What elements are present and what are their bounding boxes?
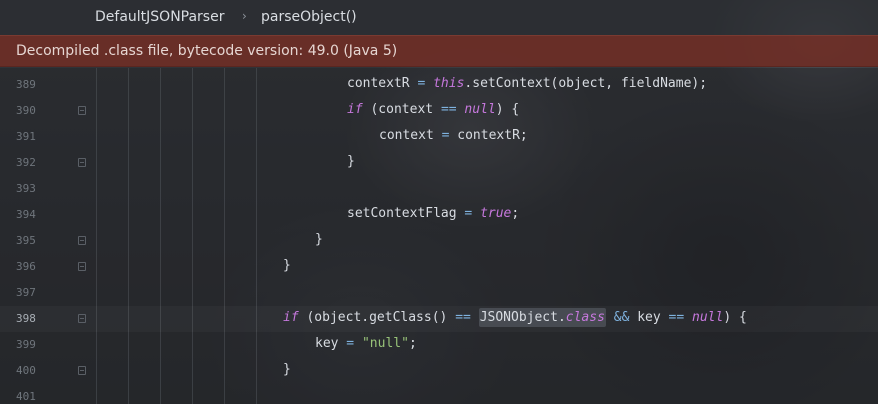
code-editor[interactable]: 389 contextR = this.setContext(object, f…	[0, 68, 878, 404]
decompiled-notice-banner: Decompiled .class file, bytecode version…	[0, 35, 878, 67]
fold-marker-icon[interactable]	[78, 314, 86, 323]
fold-marker-icon[interactable]	[78, 106, 86, 115]
code-text: context = contextR;	[379, 128, 528, 143]
line-number: 398	[16, 312, 36, 325]
line-number: 389	[16, 78, 36, 91]
line-number: 395	[16, 234, 36, 247]
code-line[interactable]: 396 }	[0, 254, 878, 280]
code-line[interactable]: 394 setContextFlag = true;	[0, 202, 878, 228]
code-line[interactable]: 393	[0, 176, 878, 202]
code-line[interactable]: 395 }	[0, 228, 878, 254]
line-number: 396	[16, 260, 36, 273]
code-line[interactable]: 391 context = contextR;	[0, 124, 878, 150]
code-line[interactable]: 399 key = "null";	[0, 332, 878, 358]
code-line-current[interactable]: 398 if (object.getClass() == JSONObject.…	[0, 306, 878, 332]
code-text: if (object.getClass() == JSONObject.clas…	[283, 308, 747, 327]
code-line[interactable]: 392 }	[0, 150, 878, 176]
code-text: if (context == null) {	[347, 102, 520, 117]
code-text: }	[347, 154, 355, 169]
line-number: 401	[16, 390, 36, 403]
code-text: contextR = this.setContext(object, field…	[347, 76, 708, 91]
breadcrumb-separator: ›	[242, 9, 247, 23]
line-number: 400	[16, 364, 36, 377]
breadcrumb-item-method[interactable]: parseObject()	[261, 9, 357, 25]
code-line[interactable]: 389 contextR = this.setContext(object, f…	[0, 72, 878, 98]
code-text: }	[283, 258, 291, 273]
fold-marker-icon[interactable]	[78, 236, 86, 245]
code-text: }	[315, 232, 323, 247]
code-text: setContextFlag = true;	[347, 206, 520, 221]
code-line[interactable]: 397	[0, 280, 878, 306]
line-number: 393	[16, 182, 36, 195]
fold-marker-icon[interactable]	[78, 262, 86, 271]
editor-window: DefaultJSONParser › parseObject() Decomp…	[0, 0, 878, 404]
line-number: 399	[16, 338, 36, 351]
code-line[interactable]: 400 }	[0, 358, 878, 384]
breadcrumb-item-class[interactable]: DefaultJSONParser	[95, 9, 224, 25]
code-text: key = "null";	[315, 336, 417, 351]
selected-class-reference[interactable]: JSONObject.class	[478, 308, 606, 327]
line-number: 390	[16, 104, 36, 117]
fold-marker-icon[interactable]	[78, 366, 86, 375]
code-line[interactable]: 390 if (context == null) {	[0, 98, 878, 124]
line-number: 394	[16, 208, 36, 221]
fold-marker-icon[interactable]	[78, 158, 86, 167]
line-number: 391	[16, 130, 36, 143]
line-number: 397	[16, 286, 36, 299]
line-number: 392	[16, 156, 36, 169]
code-line[interactable]: 401	[0, 384, 878, 404]
breadcrumb: DefaultJSONParser › parseObject()	[0, 0, 878, 35]
code-text: }	[283, 362, 291, 377]
decompiled-notice-text: Decompiled .class file, bytecode version…	[16, 43, 398, 59]
